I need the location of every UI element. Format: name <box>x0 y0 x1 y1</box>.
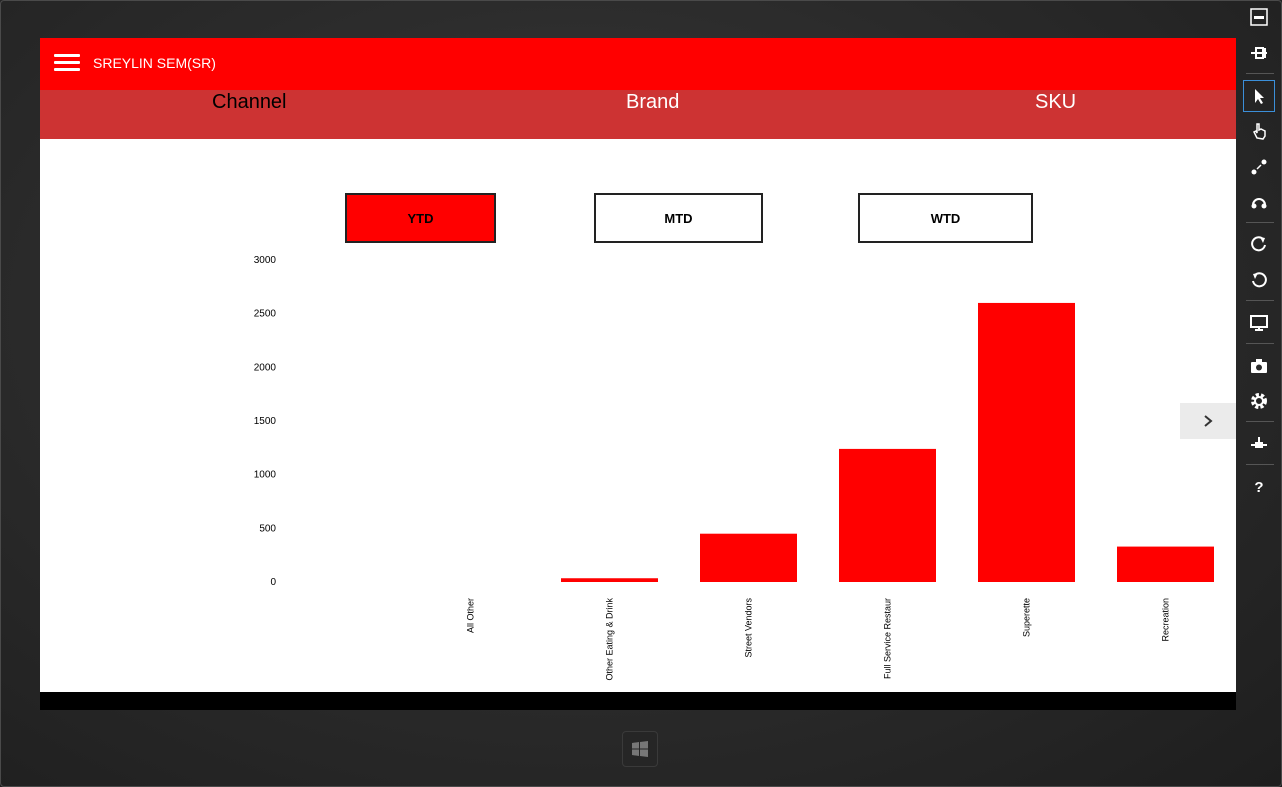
y-tick-label: 1000 <box>254 470 277 481</box>
y-tick-label: 2000 <box>254 362 277 373</box>
y-tick-label: 1500 <box>254 416 277 427</box>
pinch-zoom-icon[interactable] <box>1244 152 1274 182</box>
bar[interactable] <box>700 533 797 582</box>
minimize-icon[interactable] <box>1244 2 1274 32</box>
simulator-toolbar: ? <box>1240 0 1280 540</box>
bar[interactable] <box>561 578 658 582</box>
svg-text:?: ? <box>1254 479 1263 496</box>
y-tick-label: 2500 <box>254 309 277 320</box>
channel-bar-chart: 0 500 1000 1500 2000 2500 3000 All Other Other E… <box>254 255 1214 681</box>
chevron-right-icon <box>1204 415 1213 427</box>
x-tick-label: Other Eating & Drink <box>605 598 615 681</box>
y-tick-label: 0 <box>270 577 276 588</box>
mouse-mode-icon[interactable] <box>1243 80 1275 112</box>
screenshot-icon[interactable] <box>1244 351 1274 381</box>
x-tick-label: All Other <box>466 598 476 633</box>
pin-icon[interactable] <box>1244 38 1274 68</box>
toolbar-divider <box>1246 421 1274 422</box>
network-icon[interactable] <box>1244 429 1274 459</box>
bottom-app-bar <box>40 692 1236 710</box>
resolution-icon[interactable] <box>1244 308 1274 338</box>
rotate-clockwise-icon[interactable] <box>1244 229 1274 259</box>
touch-mode-icon[interactable] <box>1244 116 1274 146</box>
next-page-button[interactable] <box>1180 403 1236 439</box>
app-screen: SREYLIN SEM(SR) Channel Brand SKU YTD MT… <box>40 38 1236 710</box>
x-tick-label: Recreation <box>1161 598 1171 642</box>
x-tick-label: Full Service Restaur <box>883 598 893 679</box>
bar[interactable] <box>839 448 936 582</box>
y-tick-label: 500 <box>259 523 276 534</box>
rotate-counterclockwise-icon[interactable] <box>1244 265 1274 295</box>
toolbar-divider <box>1246 222 1274 223</box>
toolbar-divider <box>1246 343 1274 344</box>
y-tick-label: 3000 <box>254 255 277 266</box>
toolbar-divider <box>1246 300 1274 301</box>
settings-icon[interactable] <box>1244 386 1274 416</box>
toolbar-divider <box>1246 464 1274 465</box>
toolbar-divider <box>1246 73 1274 74</box>
bar[interactable] <box>1117 546 1214 582</box>
x-tick-label: Street Vendors <box>744 598 754 658</box>
bar[interactable] <box>978 302 1075 582</box>
windows-logo-icon <box>632 741 648 757</box>
help-icon[interactable]: ? <box>1244 472 1274 502</box>
windows-start-button[interactable] <box>622 731 658 767</box>
x-tick-label: Superette <box>1022 598 1032 637</box>
rotate-touch-icon[interactable] <box>1244 187 1274 217</box>
